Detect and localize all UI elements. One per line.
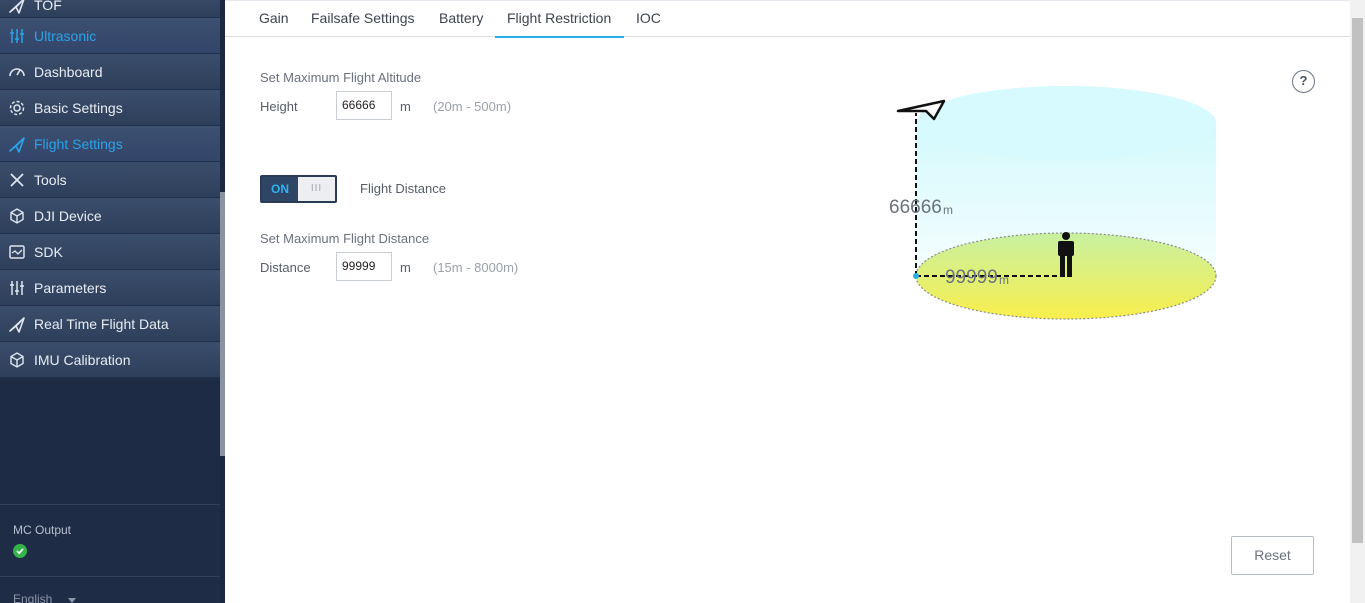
tab-flight-restriction[interactable]: Flight Restriction — [495, 1, 624, 38]
sidebar-item-ultrasonic[interactable]: Ultrasonic — [0, 18, 220, 54]
mc-status-ok-icon — [13, 544, 27, 558]
diagram-distance-value: 99999 — [945, 267, 998, 288]
language-select[interactable]: English — [13, 592, 52, 603]
sidebar-item-flight-settings[interactable]: Flight Settings — [0, 126, 220, 162]
mc-output-panel: MC Output — [0, 504, 220, 577]
sidebar-item-label: TOF — [34, 0, 62, 13]
height-range: (20m - 500m) — [433, 99, 512, 114]
tab-failsafe-settings[interactable]: Failsafe Settings — [299, 1, 427, 38]
home-point-icon — [913, 273, 919, 279]
distance-input[interactable]: 99999 — [336, 252, 392, 281]
flight-distance-toggle[interactable]: ON III — [260, 175, 337, 203]
plane-icon — [7, 0, 27, 15]
altitude-section-label: Set Maximum Flight Altitude — [260, 70, 422, 85]
sliders-icon — [7, 26, 27, 46]
sidebar-item-label: SDK — [34, 243, 63, 260]
sidebar-nav: TOF Ultrasonic Dashboard Basic Settings Flig… — [0, 0, 220, 378]
chevron-down-icon[interactable] — [68, 598, 76, 603]
sidebar-item-dji-device[interactable]: DJI Device — [0, 198, 220, 234]
mc-output-label: MC Output — [13, 523, 72, 537]
height-input[interactable]: 66666 — [336, 91, 392, 120]
distance-section-label: Set Maximum Flight Distance — [260, 231, 430, 246]
sidebar-item-label: Ultrasonic — [34, 27, 97, 44]
sidebar-item-dashboard[interactable]: Dashboard — [0, 54, 220, 90]
main-panel: Gain Failsafe Settings Battery Flight Re… — [225, 0, 1350, 603]
diagram-altitude-unit: m — [943, 203, 953, 217]
sidebar-item-basic-settings[interactable]: Basic Settings — [0, 90, 220, 126]
sidebar-item-label: Basic Settings — [34, 99, 123, 116]
plane-icon — [7, 134, 27, 154]
toggle-knob: III — [298, 177, 335, 201]
sliders-icon — [7, 278, 27, 298]
sidebar-item-label: Tools — [34, 171, 67, 188]
flight-distance-label: Flight Distance — [360, 181, 446, 196]
diagram-altitude-value: 66666 — [889, 197, 942, 218]
chip-icon — [7, 242, 27, 262]
tools-icon — [7, 170, 27, 190]
help-icon[interactable]: ? — [1292, 70, 1315, 93]
gauge-icon — [7, 62, 27, 82]
sidebar-item-label: Dashboard — [34, 63, 103, 80]
distance-label: Distance — [260, 260, 311, 275]
sidebar-item-imu-calibration[interactable]: IMU Calibration — [0, 342, 220, 378]
tab-battery[interactable]: Battery — [427, 1, 495, 38]
tab-ioc[interactable]: IOC — [624, 1, 673, 38]
cube-icon — [7, 350, 27, 370]
main-scrollbar-thumb[interactable] — [1352, 18, 1363, 543]
tab-gain[interactable]: Gain — [247, 1, 301, 38]
sidebar-item-label: IMU Calibration — [34, 351, 131, 368]
sidebar-item-label: DJI Device — [34, 207, 102, 224]
sidebar: TOF Ultrasonic Dashboard Basic Settings Flig… — [0, 0, 225, 603]
toggle-state-label: ON — [262, 177, 298, 201]
sidebar-item-label: Real Time Flight Data — [34, 315, 169, 332]
height-unit: m — [400, 99, 411, 114]
gear-icon — [7, 98, 27, 118]
sidebar-item-tof[interactable]: TOF — [0, 0, 220, 18]
distance-range: (15m - 8000m) — [433, 260, 519, 275]
sidebar-empty-area — [0, 380, 220, 504]
sidebar-item-label: Flight Settings — [34, 135, 123, 152]
tab-bar: Gain Failsafe Settings Battery Flight Re… — [225, 0, 1350, 38]
sidebar-item-tools[interactable]: Tools — [0, 162, 220, 198]
distance-unit: m — [400, 260, 411, 275]
sidebar-item-parameters[interactable]: Parameters — [0, 270, 220, 306]
sidebar-item-label: Parameters — [34, 279, 107, 296]
plane-icon — [7, 314, 27, 334]
diagram-distance-unit: m — [999, 273, 1009, 287]
reset-button[interactable]: Reset — [1231, 536, 1314, 575]
sidebar-item-sdk[interactable]: SDK — [0, 234, 220, 270]
height-label: Height — [260, 99, 298, 114]
sidebar-item-real-time-flight-data[interactable]: Real Time Flight Data — [0, 306, 220, 342]
cube-icon — [7, 206, 27, 226]
